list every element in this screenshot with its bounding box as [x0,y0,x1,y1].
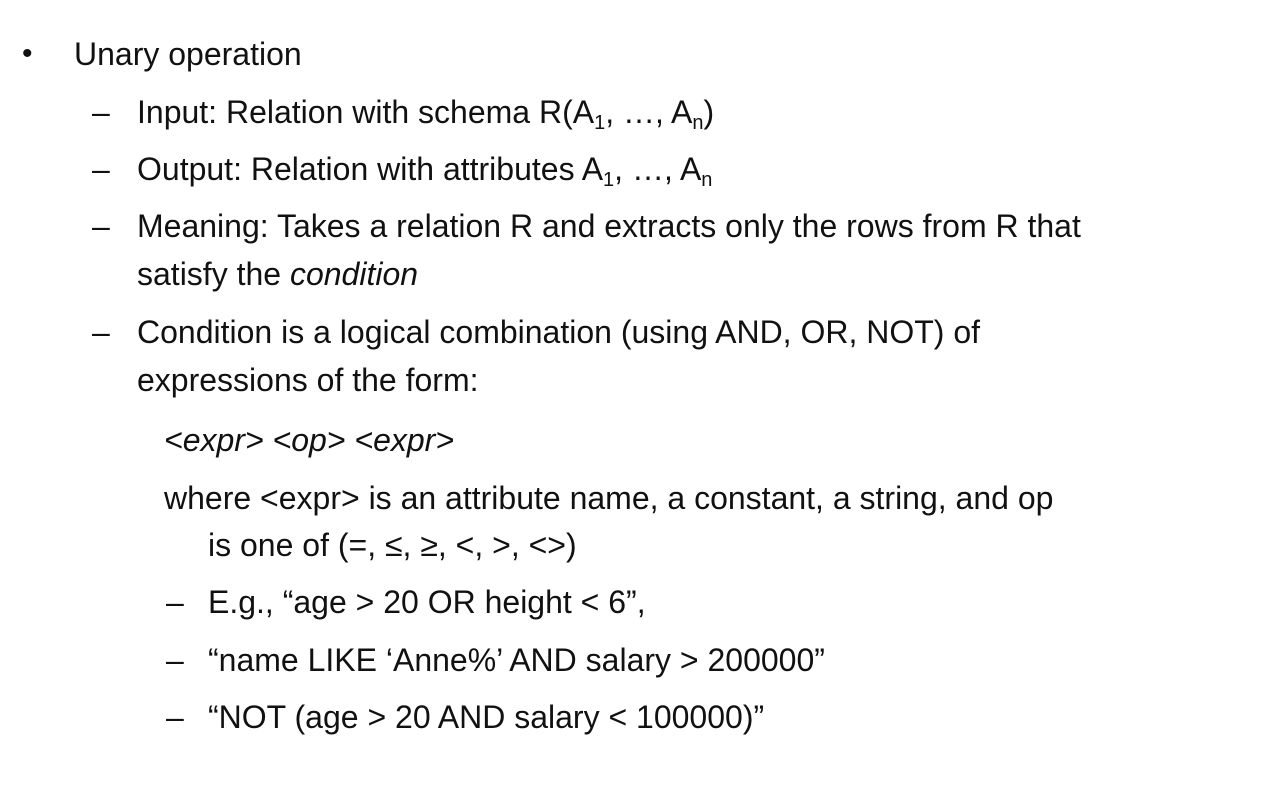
output-line: Output: Relation with attributes A1, …, … [137,149,713,191]
dash-marker: – [166,642,184,678]
meaning-line1: Meaning: Takes a relation R and extracts… [137,208,1081,244]
condition-line2: expressions of the form: [137,362,479,398]
input-prefix: Input: Relation with schema R(A [137,94,595,130]
example-1: E.g., “age > 20 OR height < 6”, [208,584,646,620]
dash-marker: – [92,151,110,187]
input-mid: , …, A [605,94,693,130]
where-line1: where <expr> is an attribute name, a con… [164,480,1054,516]
dash-marker: – [166,699,184,735]
dash-marker: – [92,208,110,244]
example-3: “NOT (age > 20 AND salary < 100000)” [208,699,765,735]
dash-marker: – [92,94,110,130]
input-suffix: ) [703,94,715,130]
dash-marker: – [166,584,184,620]
expr-form: <expr> <op> <expr> [164,422,454,458]
meaning-condition-italic: condition [289,256,419,292]
where-line2: is one of (=, ≤, ≥, <, >, <>) [208,527,577,563]
bullet-heading: Unary operation [74,36,302,72]
input-sub1: 1 [594,112,606,134]
output-sub1: 1 [603,169,615,191]
output-sub2: n [701,169,713,191]
example-2: “name LIKE ‘Anne%’ AND salary > 200000” [208,642,825,678]
output-mid: , …, A [614,151,702,187]
output-prefix: Output: Relation with attributes A [137,151,604,187]
dash-marker: – [92,314,110,350]
input-sub2: n [692,112,704,134]
bullet-marker: • [22,37,33,70]
slide: • Unary operation – Input: Relation with… [0,0,1271,785]
condition-line1: Condition is a logical combination (usin… [137,314,981,350]
input-line: Input: Relation with schema R(A1, …, An) [137,92,715,134]
meaning-line2-prefix: satisfy the [137,256,290,292]
meaning-line2: satisfy the condition [137,254,418,294]
